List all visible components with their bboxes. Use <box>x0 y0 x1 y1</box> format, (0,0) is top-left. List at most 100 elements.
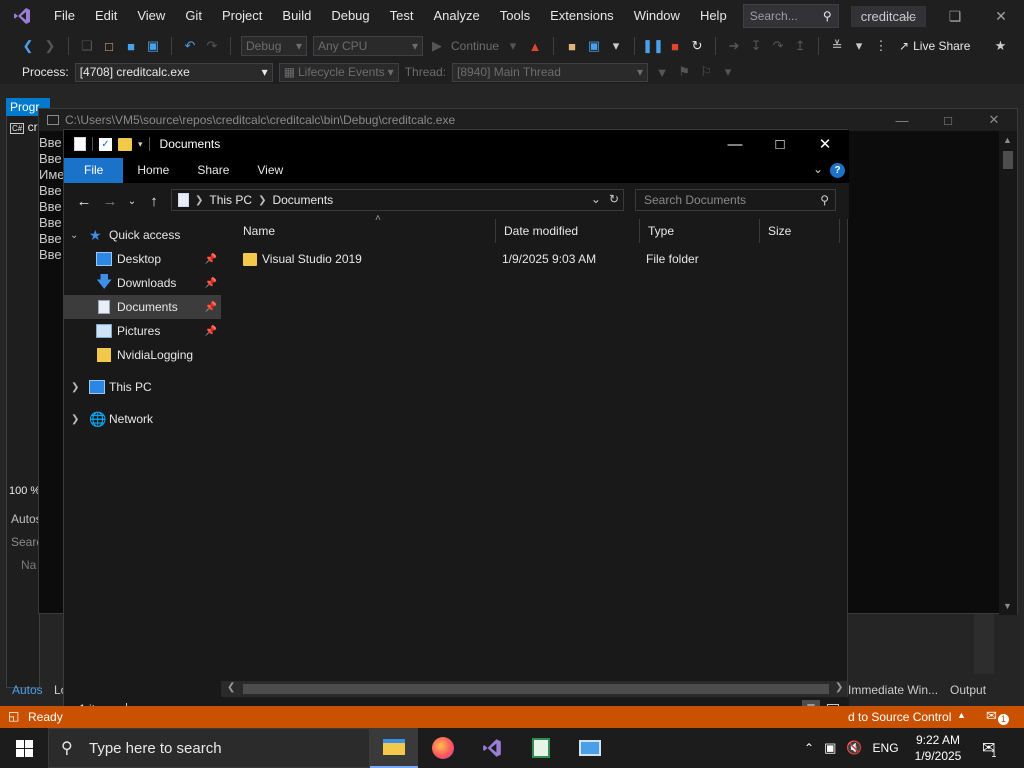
minimize-icon[interactable]: — <box>712 130 758 158</box>
show-next-statement-icon[interactable]: ➜ <box>726 38 742 54</box>
chevron-up-icon[interactable]: ▲ <box>957 710 966 720</box>
sidebar-item-nvidialogging[interactable]: NvidiaLogging <box>64 343 221 367</box>
chevron-down-icon[interactable]: ⌄ <box>591 192 601 206</box>
breadcrumb-documents[interactable]: Documents <box>272 193 333 207</box>
project-node[interactable]: C# cr <box>10 120 38 134</box>
column-size[interactable]: Size <box>760 219 840 243</box>
folder-icon[interactable]: ■ <box>564 38 580 54</box>
minimize-icon[interactable]: — <box>886 0 932 32</box>
step-out-icon[interactable]: ↥ <box>792 38 808 54</box>
chevron-down-icon[interactable]: ⌄ <box>70 230 78 241</box>
sidebar-item-quick-access[interactable]: ⌄ ★ Quick access <box>64 223 221 247</box>
maximize-icon[interactable]: □ <box>925 109 971 131</box>
firefox-icon[interactable] <box>419 728 467 768</box>
add-to-source-control-button[interactable]: d to Source Control <box>848 710 951 724</box>
checkbox-icon[interactable]: ✓ <box>99 137 112 151</box>
process-dropdown[interactable]: [4708] creditcalc.exe ▾ <box>74 62 273 82</box>
chevron-right-icon[interactable]: ❯ <box>71 414 79 425</box>
live-share-button[interactable]: ↗ Live Share <box>899 39 970 53</box>
chevron-up-icon[interactable]: ▲ <box>1003 135 1012 145</box>
vs-search-box[interactable]: Search... ⚲ <box>742 4 839 28</box>
help-icon[interactable]: ? <box>830 163 845 178</box>
feedback-icon[interactable]: ★ <box>992 38 1008 54</box>
chevron-down-icon[interactable]: ▾ <box>505 38 521 54</box>
taskbar-clock[interactable]: 9:22 AM 1/9/2025 <box>902 732 974 764</box>
close-icon[interactable]: ✕ <box>971 109 1017 131</box>
sidebar-item-network[interactable]: ❯ 🌐 Network <box>64 407 221 431</box>
menu-file[interactable]: File <box>44 0 85 32</box>
restart-icon[interactable]: ↻ <box>689 38 705 54</box>
menu-view[interactable]: View <box>127 0 175 32</box>
volume-muted-icon[interactable]: 🔇 <box>846 740 862 756</box>
tab-output[interactable]: Output <box>950 683 986 697</box>
expand-ribbon-icon[interactable]: ⌄ <box>813 162 823 176</box>
properties-icon[interactable] <box>74 137 86 151</box>
chevron-down-icon[interactable]: ▾ <box>138 139 143 150</box>
horizontal-scrollbar[interactable]: ❮ ❯ <box>221 681 847 697</box>
notepad-icon[interactable] <box>517 728 565 768</box>
refresh-icon[interactable]: ↻ <box>609 192 619 206</box>
menu-debug[interactable]: Debug <box>321 0 379 32</box>
menu-build[interactable]: Build <box>272 0 321 32</box>
chevron-up-icon[interactable]: ⌃ <box>804 741 814 755</box>
file-explorer-icon[interactable] <box>370 728 418 768</box>
chevron-left-icon[interactable]: ❮ <box>227 682 235 693</box>
chevron-right-icon[interactable]: ❯ <box>71 382 79 393</box>
sidebar-item-this-pc[interactable]: ❯ This PC <box>64 375 221 399</box>
tab-view[interactable]: View <box>243 158 297 183</box>
lifecycle-events-dropdown[interactable]: ▦ Lifecycle Events ▾ <box>278 62 399 82</box>
close-icon[interactable]: ✕ <box>802 130 848 158</box>
column-date-modified[interactable]: Date modified <box>496 219 640 243</box>
step-over-icon[interactable]: ↷ <box>770 38 786 54</box>
start-button[interactable] <box>0 728 48 768</box>
menu-extensions[interactable]: Extensions <box>540 0 624 32</box>
menu-edit[interactable]: Edit <box>85 0 127 32</box>
sidebar-item-documents[interactable]: Documents 📌 <box>64 295 221 319</box>
back-icon[interactable]: ❮ <box>20 38 36 54</box>
scroll-thumb[interactable] <box>243 684 829 694</box>
save-icon[interactable]: ■ <box>123 38 139 54</box>
diagnostics-icon[interactable]: ≚ <box>829 38 845 54</box>
new-project-icon[interactable]: ❏ <box>79 38 95 54</box>
forward-icon[interactable]: ❯ <box>42 38 58 54</box>
hot-reload-icon[interactable]: ▲ <box>527 38 543 54</box>
action-center-icon[interactable]: ✉ 1 <box>982 728 996 768</box>
sidebar-item-pictures[interactable]: Pictures 📌 <box>64 319 221 343</box>
menu-tools[interactable]: Tools <box>490 0 540 32</box>
zoom-level[interactable]: 100 % <box>9 485 40 497</box>
network-icon[interactable]: ▣ <box>824 740 836 756</box>
maximize-icon[interactable]: □ <box>757 130 803 158</box>
chevron-down-icon[interactable]: ▾ <box>851 38 867 54</box>
step-into-icon[interactable]: ↧ <box>748 38 764 54</box>
close-icon[interactable]: ✕ <box>978 0 1024 32</box>
search-documents-input[interactable]: Search Documents ⚲ <box>635 189 836 211</box>
chevron-down-icon[interactable]: ▾ <box>720 64 736 80</box>
tab-autos[interactable]: Autos <box>12 683 43 697</box>
up-arrow-icon[interactable]: ↑ <box>141 188 167 214</box>
editor-scrollbar[interactable] <box>974 614 994 674</box>
undo-icon[interactable]: ↶ <box>182 38 198 54</box>
menu-git[interactable]: Git <box>175 0 212 32</box>
console-scrollbar[interactable]: ▲ ▼ <box>999 131 1017 615</box>
save-all-icon[interactable]: ▣ <box>145 38 161 54</box>
filter-icon[interactable]: ▼ <box>654 64 670 80</box>
play-icon[interactable]: ▶ <box>429 38 445 54</box>
remote-desktop-icon[interactable] <box>566 728 614 768</box>
restore-icon[interactable]: ❏ <box>932 0 978 32</box>
sidebar-item-downloads[interactable]: 🡇 Downloads 📌 <box>64 271 221 295</box>
menu-project[interactable]: Project <box>212 0 272 32</box>
address-bar[interactable]: ❯ This PC ❯ Documents ⌄ ↻ <box>171 189 624 211</box>
taskbar-search-box[interactable]: ⚲ Type here to search <box>48 728 370 768</box>
forward-arrow-icon[interactable]: → <box>97 188 123 214</box>
minimize-icon[interactable]: — <box>879 109 925 131</box>
visual-studio-logo-icon[interactable] <box>0 0 44 32</box>
flag-icon[interactable]: ⚑ <box>676 64 692 80</box>
pause-icon[interactable]: ❚❚ <box>642 38 664 54</box>
menu-window[interactable]: Window <box>624 0 690 32</box>
menu-analyze[interactable]: Analyze <box>423 0 489 32</box>
thread-dropdown[interactable]: [8940] Main Thread ▾ <box>452 62 649 82</box>
back-arrow-icon[interactable]: ← <box>71 188 97 214</box>
language-indicator[interactable]: ENG <box>873 741 899 755</box>
scroll-thumb[interactable] <box>1003 151 1013 169</box>
chevron-down-icon[interactable]: ▼ <box>1003 601 1012 611</box>
